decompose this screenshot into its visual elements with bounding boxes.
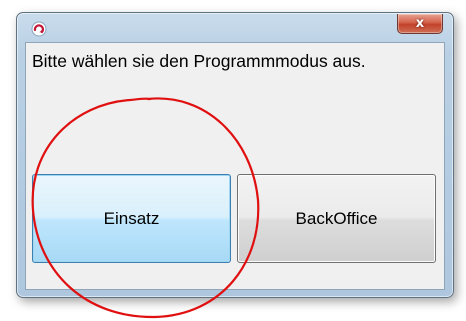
backoffice-button[interactable]: BackOffice [237,174,436,263]
backoffice-button-label: BackOffice [295,208,378,228]
title-bar[interactable]: x [17,13,453,43]
dialog-body: Bitte wählen sie den Programmmodus aus. … [25,42,445,290]
einsatz-button-label: Einsatz [103,208,160,228]
app-swirl-icon [31,21,47,37]
einsatz-button[interactable]: Einsatz [32,174,231,263]
dialog-window: x Bitte wählen sie den Programmmodus aus… [16,12,454,298]
dialog-message: Bitte wählen sie den Programmmodus aus. [32,51,366,71]
screenshot-stage: x Bitte wählen sie den Programmmodus aus… [0,0,466,321]
close-button[interactable]: x [397,14,443,34]
close-icon: x [415,15,425,31]
